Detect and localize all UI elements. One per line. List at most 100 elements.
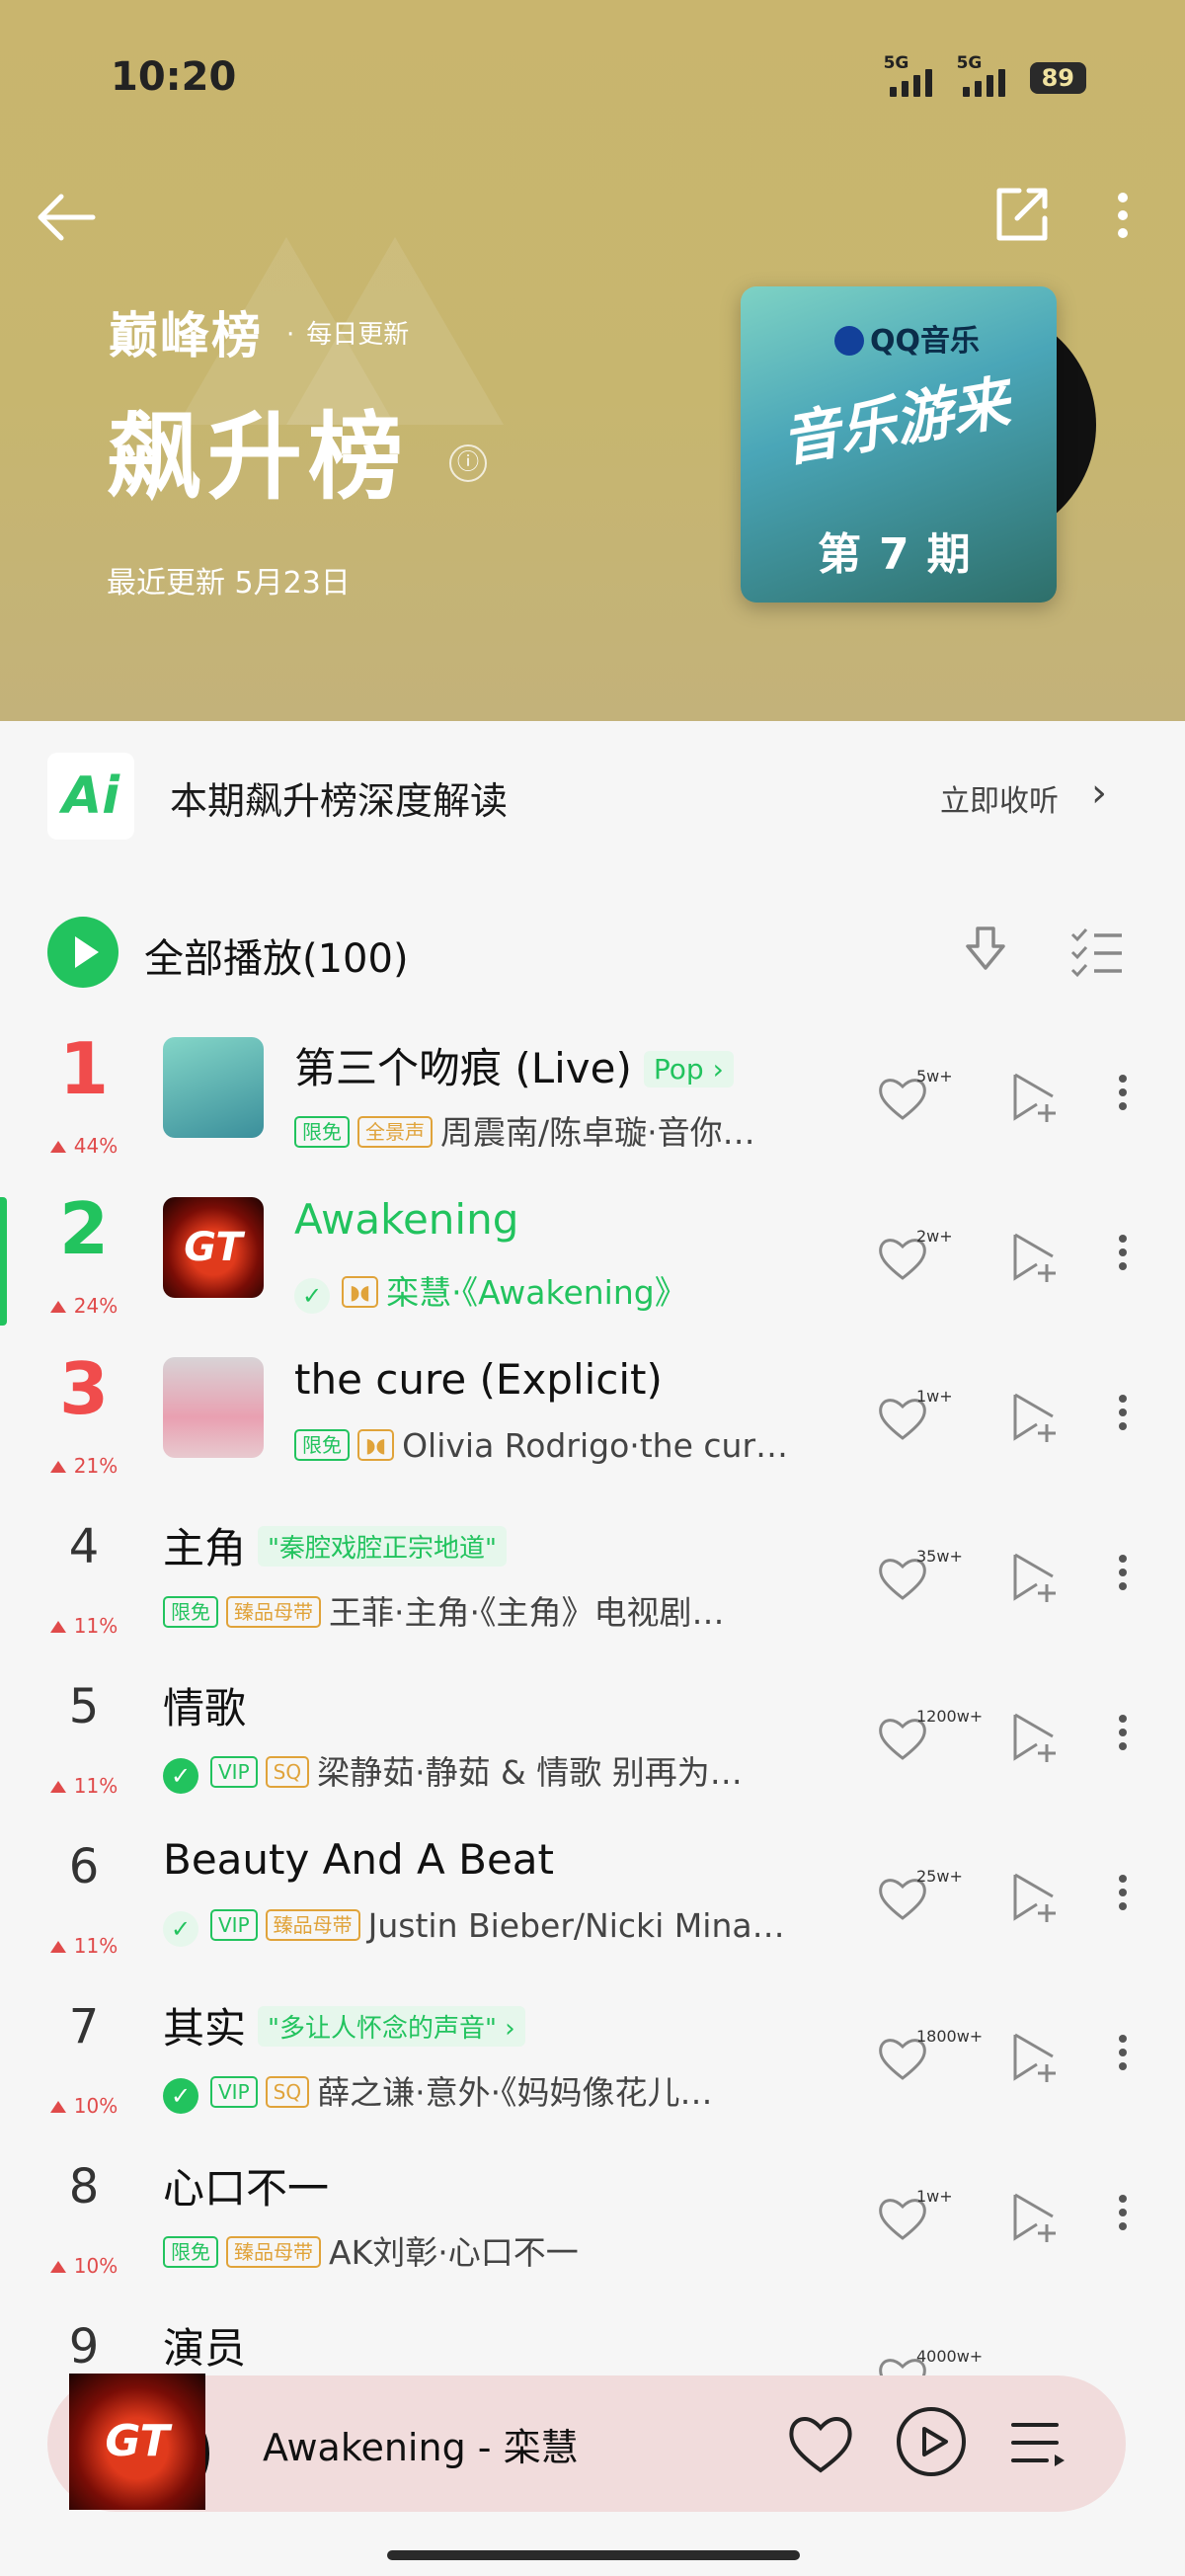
- row-more-button[interactable]: [1108, 1869, 1138, 1928]
- song-title[interactable]: 情歌: [163, 1675, 246, 1735]
- cover-art-title: 音乐游来: [776, 368, 1015, 475]
- row-more-button[interactable]: [1108, 1069, 1138, 1128]
- playlist-icon[interactable]: [1007, 2411, 1070, 2474]
- row-more-button[interactable]: [1108, 1709, 1138, 1768]
- vip-badge: VIP: [210, 1756, 258, 1788]
- now-playing-title[interactable]: Awakening - 栾慧: [263, 2417, 579, 2471]
- cover-art: QQ音乐 音乐游来 第7期: [741, 286, 1057, 603]
- add-to-playlist-icon[interactable]: [1007, 1549, 1063, 1604]
- trend-up: 11%: [40, 1774, 128, 1798]
- signal-icon: 5G: [957, 53, 1016, 97]
- rank-number: 4: [68, 1519, 100, 1574]
- checklist-icon: [1070, 927, 1122, 978]
- listen-now-link[interactable]: 立即收听: [940, 776, 1059, 820]
- quote-tag[interactable]: "多让人怀念的声音" ›: [258, 2006, 525, 2047]
- now-playing-art[interactable]: GT: [61, 2374, 209, 2524]
- play-all-button[interactable]: [47, 917, 118, 988]
- play-icon[interactable]: [895, 2405, 968, 2478]
- table-row[interactable]: 4 11% 主角 "秦腔戏腔正宗地道" 限免 臻品母带 王菲·主角·《主角》电视剧… …: [0, 1497, 1185, 1657]
- ai-banner[interactable]: Ai 本期飙升榜深度解读 立即收听 ›: [0, 721, 1185, 869]
- row-more-button[interactable]: [1108, 1389, 1138, 1448]
- table-row[interactable]: 5 11% 情歌 ✓ VIP SQ 梁静茹·静茹 & 情歌 别再为… 1200w+: [0, 1657, 1185, 1817]
- add-to-playlist-icon[interactable]: [1007, 1229, 1063, 1284]
- add-to-playlist-icon[interactable]: [1007, 2189, 1063, 2244]
- dolby-icon: ◗◖: [342, 1276, 379, 1308]
- table-row[interactable]: 6 11% Beauty And A Beat ✓ VIP 臻品母带 Justin B…: [0, 1817, 1185, 1977]
- song-meta: ✓ VIP SQ 梁静茹·静茹 & 情歌 别再为…: [163, 1746, 743, 1794]
- free-badge: 限免: [294, 1429, 350, 1461]
- add-to-playlist-icon[interactable]: [1007, 2029, 1063, 2084]
- song-title[interactable]: 主角 "秦腔戏腔正宗地道": [163, 1515, 507, 1575]
- share-button[interactable]: [988, 181, 1057, 250]
- add-to-playlist-icon[interactable]: [1007, 1869, 1063, 1924]
- like-count: 1200w+: [916, 1707, 984, 1726]
- add-to-playlist-icon[interactable]: [1007, 1389, 1063, 1444]
- cover-issue: 第7期: [818, 529, 988, 580]
- song-title[interactable]: 其实 "多让人怀念的声音" ›: [163, 1995, 525, 2055]
- more-vertical-icon: [1098, 181, 1147, 238]
- more-vertical-icon: [1108, 1075, 1138, 1110]
- last-updated: 最近更新 5月23日: [107, 566, 351, 601]
- free-badge: 限免: [163, 1596, 218, 1628]
- play-all-label[interactable]: 全部播放(100): [144, 926, 409, 984]
- check-icon: ✓: [163, 2078, 198, 2114]
- rank-number: 6: [68, 1839, 100, 1894]
- add-to-playlist-icon[interactable]: [1007, 1709, 1063, 1764]
- song-title[interactable]: Awakening: [294, 1195, 518, 1244]
- song-title[interactable]: Beauty And A Beat: [163, 1835, 554, 1884]
- genre-tag[interactable]: Pop ›: [643, 1051, 734, 1087]
- info-icon[interactable]: ⓘ: [449, 444, 487, 482]
- more-options-button[interactable]: [1098, 181, 1147, 250]
- more-vertical-icon: [1108, 1715, 1138, 1750]
- like-count: 2w+: [916, 1227, 953, 1246]
- chart-cover[interactable]: QQ音乐 音乐游来 第7期: [741, 286, 1096, 603]
- trend-up: 11%: [40, 1614, 128, 1638]
- multi-select-button[interactable]: [1066, 921, 1126, 980]
- trend-up: 21%: [40, 1454, 128, 1478]
- vip-badge: VIP: [210, 1909, 258, 1941]
- home-indicator[interactable]: [387, 2550, 800, 2560]
- trend-up: 24%: [40, 1294, 128, 1318]
- trend-up: 10%: [40, 2254, 128, 2278]
- trend-up: 11%: [40, 1934, 128, 1958]
- row-more-button[interactable]: [1108, 2029, 1138, 2088]
- song-meta: 限免 臻品母带 AK刘彰·心口不一: [163, 2226, 579, 2274]
- rank-number: 9: [68, 2319, 100, 2375]
- album-thumbnail: [163, 1037, 264, 1138]
- battery-indicator: 89: [1029, 62, 1086, 94]
- qq-music-logo: QQ音乐: [834, 316, 980, 360]
- table-row[interactable]: 1 44% 第三个吻痕 (Live) Pop › 限免 全景声 周震南/陈卓璇·音你……: [0, 1017, 1185, 1177]
- chart-brand: 巅峰榜: [109, 307, 263, 364]
- arrow-left-icon: [38, 194, 96, 241]
- song-title[interactable]: 心口不一: [163, 2155, 329, 2215]
- heart-icon[interactable]: [786, 2411, 855, 2476]
- song-title[interactable]: 演员: [163, 2315, 246, 2375]
- row-more-button[interactable]: [1108, 1229, 1138, 1288]
- download-button[interactable]: [956, 921, 1015, 980]
- check-icon: ✓: [163, 1911, 198, 1947]
- table-row[interactable]: 7 10% 其实 "多让人怀念的声音" › ✓ VIP SQ 薛之谦·意外·《妈妈像花儿…: [0, 1977, 1185, 2137]
- table-row[interactable]: 2 24% GT Awakening ✓ ◗◖ 栾慧·《Awakening》 2w+: [0, 1177, 1185, 1337]
- ai-logo-icon: Ai: [47, 753, 134, 840]
- rank-number: 2: [58, 1187, 110, 1270]
- row-more-button[interactable]: [1108, 2189, 1138, 2248]
- trend-up: 44%: [40, 1134, 128, 1158]
- like-count: 4000w+: [916, 2347, 984, 2366]
- album-thumbnail: [163, 1357, 264, 1458]
- back-button[interactable]: [32, 183, 101, 252]
- check-icon: ✓: [294, 1278, 330, 1314]
- song-title[interactable]: 第三个吻痕 (Live) Pop ›: [294, 1035, 734, 1095]
- rank-number: 3: [58, 1347, 110, 1430]
- quote-tag[interactable]: "秦腔戏腔正宗地道": [258, 1526, 507, 1567]
- row-more-button[interactable]: [1108, 1549, 1138, 1608]
- chart-header: 10:20 5G 5G 89 巅峰榜 · 每日更新 飙升榜 ⓘ 最近更新 5月2…: [0, 0, 1185, 721]
- song-meta: ✓ ◗◖ 栾慧·《Awakening》: [294, 1266, 687, 1314]
- song-title[interactable]: the cure (Explicit): [294, 1355, 663, 1404]
- table-row[interactable]: 8 10% 心口不一 限免 臻品母带 AK刘彰·心口不一 1w+: [0, 2137, 1185, 2297]
- more-vertical-icon: [1108, 1235, 1138, 1270]
- status-icons: 5G 5G 89: [884, 53, 1086, 97]
- mini-player[interactable]: GT Awakening - 栾慧: [47, 2374, 1126, 2512]
- add-to-playlist-icon[interactable]: [1007, 1069, 1063, 1124]
- table-row[interactable]: 3 21% the cure (Explicit) 限免 ◗◖ Olivia Rod…: [0, 1337, 1185, 1497]
- check-icon: ✓: [163, 1758, 198, 1794]
